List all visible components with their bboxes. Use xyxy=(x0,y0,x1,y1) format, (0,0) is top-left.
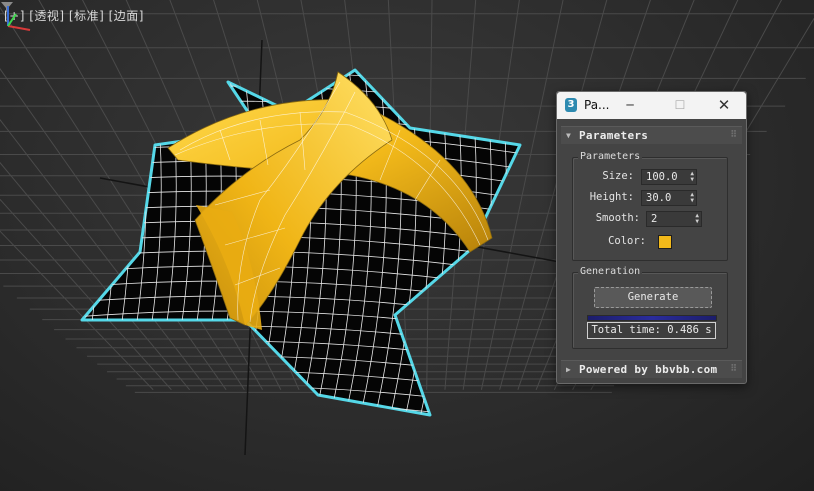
progress-bar xyxy=(587,315,717,321)
maximize-button[interactable]: ☐ xyxy=(665,92,695,119)
generate-button[interactable]: Generate xyxy=(594,287,712,308)
smooth-spinner[interactable]: 2 ▲ ▼ xyxy=(646,211,702,227)
spinner-arrows-icon[interactable]: ▲ ▼ xyxy=(695,213,699,225)
parameters-dialog[interactable]: 3 Pa... ─ ☐ ✕ ▼ Parameters ⠿ Parameters … xyxy=(556,91,747,384)
rollout-parameters-title: Parameters xyxy=(579,129,649,142)
smooth-label: Smooth: xyxy=(595,212,640,224)
wire-edge xyxy=(82,400,520,415)
wire-edge xyxy=(40,416,560,445)
size-spinner[interactable]: 100.0 ▲ ▼ xyxy=(641,169,697,185)
parameters-group-title: Parameters xyxy=(578,151,643,162)
rollout-grip-icon[interactable]: ⠿ xyxy=(730,361,737,378)
height-value[interactable]: 30.0 xyxy=(646,191,671,205)
rollout-powered-title: Powered by bbvbb.com xyxy=(579,363,718,376)
axis-tripod-icon xyxy=(7,6,31,31)
app-logo-icon: 3 xyxy=(565,98,577,112)
color-label: Color: xyxy=(608,235,646,247)
smooth-value[interactable]: 2 xyxy=(651,212,657,226)
wire-edge xyxy=(40,40,71,440)
wire-edge xyxy=(489,70,520,415)
rollout-powered-header[interactable]: ▶ Powered by bbvbb.com ⠿ xyxy=(561,360,742,378)
wire-edge xyxy=(82,70,520,71)
star-mesh-object xyxy=(40,40,560,445)
wire-edge xyxy=(504,70,520,415)
total-time-display: Total time: 0.486 s xyxy=(587,322,716,339)
height-spinner[interactable]: 30.0 ▲ ▼ xyxy=(641,190,697,206)
dialog-titlebar[interactable]: 3 Pa... ─ ☐ ✕ xyxy=(557,92,746,119)
expand-triangle-icon: ▶ xyxy=(566,365,571,374)
rollout-grip-icon[interactable]: ⠿ xyxy=(730,127,737,144)
wire-edge xyxy=(84,70,117,415)
rollout-parameters-header[interactable]: ▼ Parameters ⠿ xyxy=(561,126,742,144)
generation-group-title: Generation xyxy=(578,266,643,277)
collapse-triangle-icon: ▼ xyxy=(566,131,571,140)
size-value[interactable]: 100.0 xyxy=(646,170,678,184)
color-swatch[interactable] xyxy=(658,235,672,249)
minimize-button[interactable]: ─ xyxy=(615,92,645,119)
spinner-arrows-icon[interactable]: ▲ ▼ xyxy=(690,171,694,183)
wire-edge xyxy=(519,70,520,415)
wire-edge xyxy=(99,70,132,415)
wire-edge xyxy=(82,70,520,101)
dialog-title: Pa... xyxy=(584,98,610,112)
size-label: Size: xyxy=(602,170,634,182)
height-label: Height: xyxy=(589,191,634,203)
spinner-arrows-icon[interactable]: ▲ ▼ xyxy=(690,192,694,204)
close-button[interactable]: ✕ xyxy=(709,92,739,119)
wire-edge xyxy=(82,385,520,415)
